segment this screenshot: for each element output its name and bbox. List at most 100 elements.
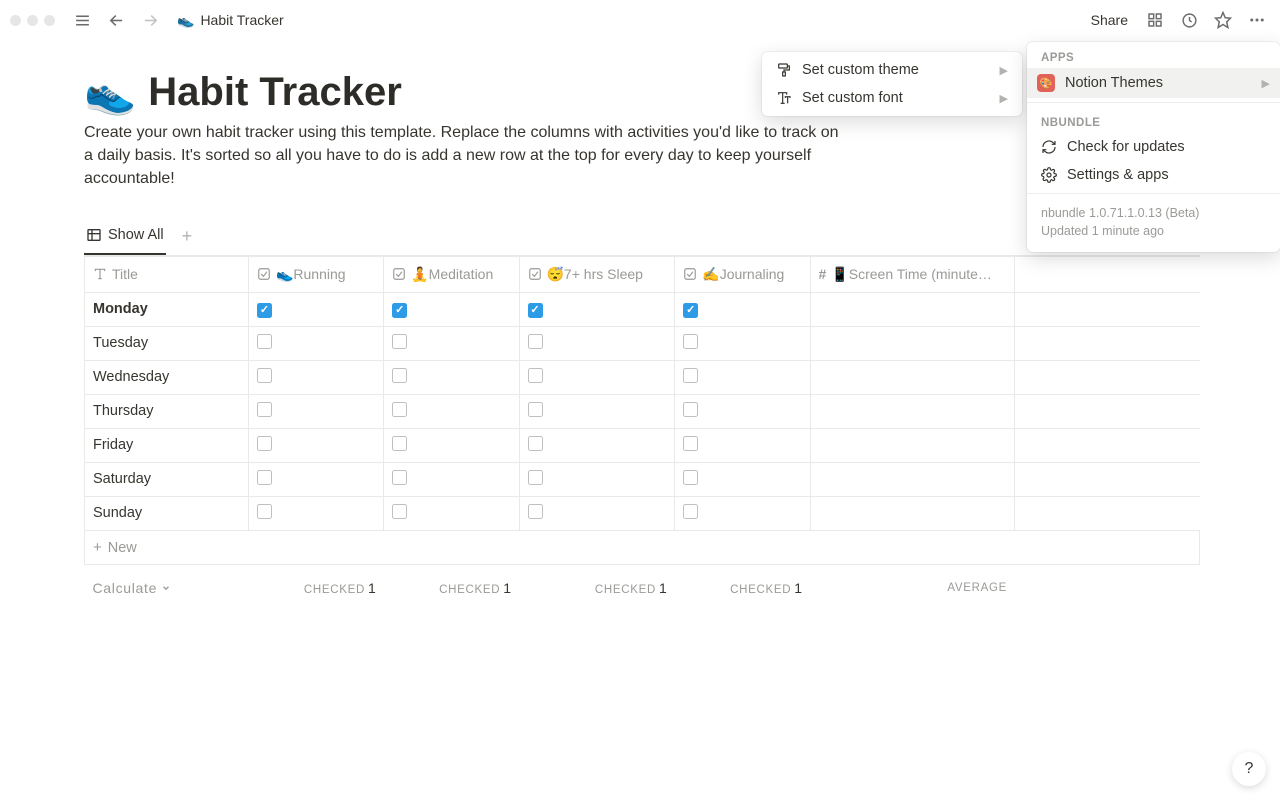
screen-time-cell[interactable] <box>810 496 1015 530</box>
column-header-running[interactable]: 👟Running <box>248 256 383 292</box>
checkbox[interactable] <box>392 436 407 451</box>
new-row[interactable]: +New <box>85 530 1200 564</box>
screen-time-cell[interactable] <box>810 428 1015 462</box>
column-header-sleep[interactable]: 😴7+ hrs Sleep <box>519 256 675 292</box>
checkbox-cell <box>248 462 383 496</box>
checkbox-cell <box>675 292 810 326</box>
screen-time-cell[interactable] <box>810 360 1015 394</box>
checkbox[interactable] <box>683 470 698 485</box>
checkbox-cell <box>519 462 675 496</box>
checkbox[interactable] <box>392 470 407 485</box>
checkbox[interactable] <box>683 334 698 349</box>
checkbox[interactable] <box>257 334 272 349</box>
help-button[interactable]: ? <box>1232 752 1266 786</box>
menu-item-set-theme[interactable]: Set custom theme ▶ <box>766 56 1018 84</box>
checkbox[interactable] <box>528 303 543 318</box>
table-row[interactable]: Friday <box>85 428 1200 462</box>
checkbox[interactable] <box>392 368 407 383</box>
checkbox[interactable] <box>528 402 543 417</box>
add-view-button[interactable]: + <box>176 226 199 247</box>
checkbox[interactable] <box>257 436 272 451</box>
checkbox-cell <box>248 394 383 428</box>
row-title-cell[interactable]: Sunday <box>85 496 249 530</box>
checkbox[interactable] <box>257 368 272 383</box>
checkbox[interactable] <box>528 368 543 383</box>
checkbox[interactable] <box>528 470 543 485</box>
more-icon[interactable] <box>1244 7 1270 33</box>
table-row[interactable]: Monday <box>85 292 1200 326</box>
checkbox[interactable] <box>392 334 407 349</box>
view-all-icon[interactable] <box>1142 7 1168 33</box>
page-icon[interactable]: 👟 <box>84 72 136 114</box>
menu-item-settings-apps[interactable]: Settings & apps <box>1031 161 1276 189</box>
apps-menu-popover: APPS 🎨 Notion Themes ▶ NBUNDLE Check for… <box>1027 42 1280 252</box>
checkbox[interactable] <box>257 470 272 485</box>
checkbox[interactable] <box>257 504 272 519</box>
checkbox[interactable] <box>257 303 272 318</box>
screen-time-cell[interactable] <box>810 326 1015 360</box>
column-header-screen-time[interactable]: #📱Screen Time (minute… <box>810 256 1015 292</box>
screen-time-cell[interactable] <box>810 394 1015 428</box>
habit-table: Title 👟Running 🧘Meditation 😴7+ hrs Sleep… <box>84 256 1200 599</box>
checkbox-cell <box>384 360 519 394</box>
menu-item-check-updates[interactable]: Check for updates <box>1031 133 1276 161</box>
menu-item-set-font[interactable]: Set custom font ▶ <box>766 84 1018 112</box>
row-title-cell[interactable]: Wednesday <box>85 360 249 394</box>
checkbox[interactable] <box>683 368 698 383</box>
table-row[interactable]: Wednesday <box>85 360 1200 394</box>
checkbox[interactable] <box>683 436 698 451</box>
row-title-cell[interactable]: Friday <box>85 428 249 462</box>
breadcrumb-title: Habit Tracker <box>200 12 283 28</box>
checkbox-cell <box>384 462 519 496</box>
star-icon[interactable] <box>1210 7 1236 33</box>
plus-icon: + <box>93 539 102 556</box>
table-row[interactable]: Thursday <box>85 394 1200 428</box>
updates-icon[interactable] <box>1176 7 1202 33</box>
checkbox[interactable] <box>528 334 543 349</box>
checkbox[interactable] <box>392 303 407 318</box>
checkbox[interactable] <box>528 504 543 519</box>
column-header-title[interactable]: Title <box>85 256 249 292</box>
calculate-button[interactable]: Calculate <box>93 580 241 596</box>
hamburger-icon[interactable] <box>69 7 95 33</box>
checkbox[interactable] <box>683 402 698 417</box>
menu-item-notion-themes[interactable]: 🎨 Notion Themes ▶ <box>1027 68 1280 98</box>
checkbox-cell <box>675 462 810 496</box>
checkbox[interactable] <box>683 303 698 318</box>
checkbox[interactable] <box>683 504 698 519</box>
forward-icon[interactable] <box>137 7 163 33</box>
checkbox-cell <box>248 496 383 530</box>
row-title-cell[interactable]: Monday <box>85 292 249 326</box>
breadcrumb[interactable]: 👟 Habit Tracker <box>171 10 290 31</box>
chevron-right-icon: ▶ <box>1000 92 1008 105</box>
checkbox-cell <box>384 394 519 428</box>
column-add[interactable] <box>1015 256 1200 292</box>
column-header-meditation[interactable]: 🧘Meditation <box>384 256 519 292</box>
checkbox[interactable] <box>392 504 407 519</box>
table-row[interactable]: Saturday <box>85 462 1200 496</box>
table-row[interactable]: Tuesday <box>85 326 1200 360</box>
row-title-cell[interactable]: Tuesday <box>85 326 249 360</box>
page-description[interactable]: Create your own habit tracker using this… <box>84 121 844 191</box>
checkbox-cell <box>519 360 675 394</box>
checkbox-cell <box>519 292 675 326</box>
table-row[interactable]: Sunday <box>85 496 1200 530</box>
column-header-journaling[interactable]: ✍️Journaling <box>675 256 810 292</box>
checkbox-cell <box>675 428 810 462</box>
checkbox-cell <box>519 326 675 360</box>
checkbox-cell <box>519 496 675 530</box>
screen-time-cell[interactable] <box>810 292 1015 326</box>
row-title-cell[interactable]: Saturday <box>85 462 249 496</box>
row-title-cell[interactable]: Thursday <box>85 394 249 428</box>
checkbox-cell <box>675 326 810 360</box>
paint-roller-icon <box>776 62 792 78</box>
checkbox[interactable] <box>257 402 272 417</box>
page-title[interactable]: Habit Tracker <box>148 70 401 115</box>
back-icon[interactable] <box>103 7 129 33</box>
share-button[interactable]: Share <box>1085 9 1134 31</box>
checkbox[interactable] <box>392 402 407 417</box>
view-tab-show-all[interactable]: Show All <box>84 219 166 255</box>
breadcrumb-emoji: 👟 <box>177 12 194 29</box>
screen-time-cell[interactable] <box>810 462 1015 496</box>
checkbox[interactable] <box>528 436 543 451</box>
